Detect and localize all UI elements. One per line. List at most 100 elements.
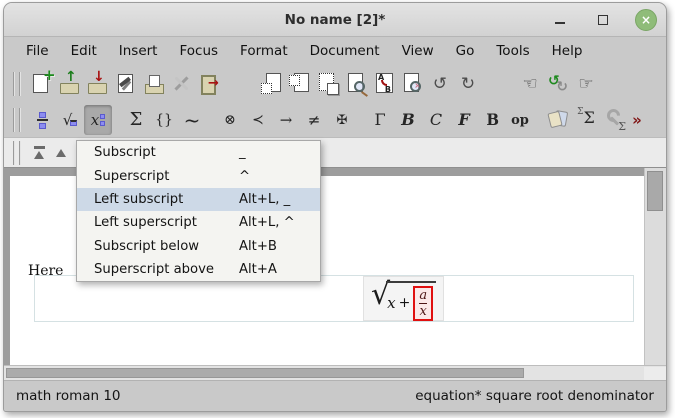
reload-arrow-gray: ↻ [556,79,568,95]
toolbar-grip[interactable] [13,141,20,165]
open-document-button[interactable] [56,69,84,99]
close-button[interactable]: × [635,9,657,31]
operator-name-button[interactable]: op [506,105,534,135]
redo-icon: ↻ [461,76,475,93]
forward-hand-icon: ☞ [578,76,593,93]
menu-item-left-superscript[interactable]: Left superscriptAlt+L, ^ [77,211,320,234]
menu-item-label: Superscript [94,169,239,184]
back-button[interactable]: ☜ [516,69,544,99]
horizontal-scrollbar-thumb[interactable] [6,368,524,378]
fraction-numerator[interactable]: a [419,288,427,303]
square-root-expression[interactable]: √ x + a x [371,277,436,321]
spell-check-button[interactable]: × [398,69,426,99]
cut-button[interactable] [258,69,286,99]
arrow-symbols-button[interactable]: → [272,105,300,135]
subscript-superscript-button[interactable]: x [84,105,112,135]
spell-x-glyph: × [414,81,421,90]
hammer-handle-shape [122,80,132,90]
slot-shape [39,123,46,129]
braces-icon: {} [155,113,173,127]
not-equal-icon: ≠ [308,113,321,128]
menu-item-shortcut: Alt+L, _ [239,192,320,207]
menu-item-subscript[interactable]: Subscript_ [77,141,320,164]
toolbar-overflow-button[interactable]: » [628,111,646,129]
fraction-button[interactable] [28,105,56,135]
menu-item-superscript[interactable]: Superscript^ [77,164,320,187]
big-operator-button[interactable]: ΣΣ [572,105,600,135]
menu-view[interactable]: View [391,37,445,65]
minimize-button[interactable] [549,9,571,31]
operator-symbols-button[interactable]: ⊗ [216,105,244,135]
replace-button[interactable]: AB [370,69,398,99]
maximize-button[interactable] [592,9,614,31]
close-icon: × [641,13,651,27]
bold-letters-button[interactable]: B [394,105,422,135]
math-tools-button[interactable]: Σ [600,105,628,135]
menu-file[interactable]: File [15,37,60,65]
calligraphic-letters-button[interactable]: C [422,105,450,135]
preferences-button[interactable] [168,69,196,99]
menu-go[interactable]: Go [445,37,486,65]
menu-help[interactable]: Help [541,37,594,65]
toolbar-grip[interactable] [13,108,20,132]
equation[interactable]: √ x + a x [363,276,444,321]
blackboard-letters-button[interactable]: B [478,105,506,135]
square-root-button[interactable]: √ [56,105,84,135]
reload-button[interactable]: ↺↻ [544,69,572,99]
menu-format[interactable]: Format [229,37,299,65]
go-up-button[interactable] [50,138,72,168]
accent-button[interactable]: ~ [178,105,206,135]
fraktur-f-icon: F [458,112,469,128]
toolbar-grip[interactable] [13,72,20,96]
negation-symbols-button[interactable]: ≠ [300,105,328,135]
radicand[interactable]: x + a x [386,281,436,321]
menu-edit[interactable]: Edit [60,37,108,65]
menu-focus[interactable]: Focus [168,37,229,65]
menu-item-label: Superscript above [94,262,239,277]
print-button[interactable] [140,69,168,99]
undo-button[interactable]: ↺ [426,69,454,99]
op-icon: op [511,114,529,127]
brackets-button[interactable]: {} [150,105,178,135]
status-right-text: equation* square root denominator [415,388,654,404]
term-x[interactable]: x [387,294,395,312]
menu-insert[interactable]: Insert [108,37,169,65]
titlebar[interactable]: No name [2]* × [4,3,666,37]
greek-letters-button[interactable]: Γ [366,105,394,135]
menu-document[interactable]: Document [299,37,391,65]
slot-shape [100,121,105,126]
menu-item-label: Left subscript [94,192,239,207]
big-sum-button[interactable]: Σ [122,105,150,135]
lens-handle-shape [361,91,368,97]
menu-item-shortcut: ^ [239,169,320,184]
plus-operator[interactable]: + [399,295,411,311]
menu-item-label: Subscript [94,145,239,160]
horizontal-scrollbar[interactable] [4,365,666,380]
forward-button[interactable]: ☞ [572,69,600,99]
style-button[interactable] [112,69,140,99]
save-document-button[interactable] [84,69,112,99]
precedes-icon: ≺ [252,113,264,127]
big-operator-icon: ΣΣ [574,107,598,133]
vertical-scrollbar-thumb[interactable] [647,171,663,211]
close-document-button[interactable] [196,69,224,99]
menu-item-subscript-below[interactable]: Subscript belowAlt+B [77,235,320,258]
paste-button[interactable] [314,69,342,99]
copy-button[interactable] [286,69,314,99]
redo-button[interactable]: ↻ [454,69,482,99]
focused-fraction[interactable]: a x [413,286,433,321]
fraktur-letters-button[interactable]: F [450,105,478,135]
menu-item-superscript-above[interactable]: Superscript aboveAlt+A [77,258,320,281]
go-to-top-button[interactable] [28,138,50,168]
menu-tools[interactable]: Tools [485,37,540,65]
search-button[interactable] [342,69,370,99]
symbol-palette-button[interactable] [544,105,572,135]
vertical-scrollbar[interactable] [644,168,666,365]
fraction-denominator[interactable]: x [420,304,427,319]
menu-item-left-subscript[interactable]: Left subscriptAlt+L, _ [77,188,320,211]
new-document-button[interactable] [28,69,56,99]
sigma-glyph: Σ [618,120,626,133]
misc-symbols-button[interactable]: ✠ [328,105,356,135]
relation-symbols-button[interactable]: ≺ [244,105,272,135]
bar-shape [34,146,45,149]
